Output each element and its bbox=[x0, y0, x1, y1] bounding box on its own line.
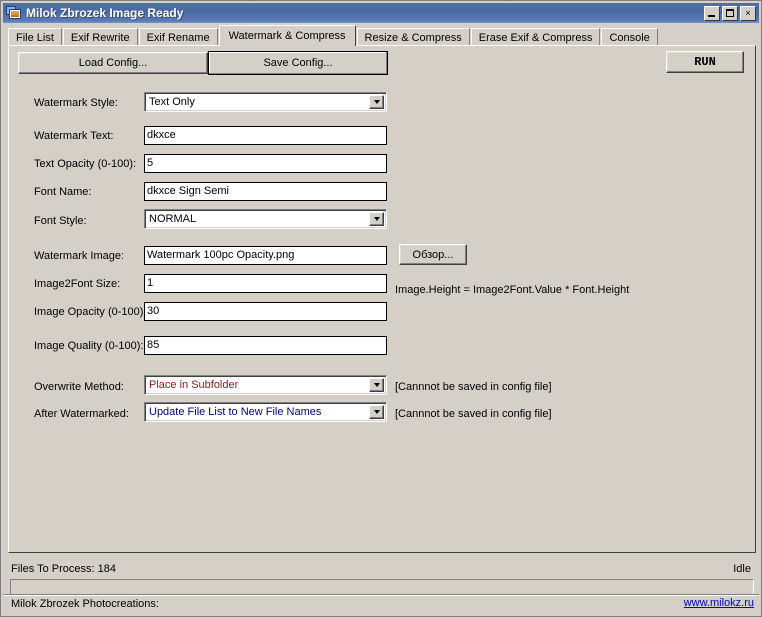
close-glyph: × bbox=[745, 7, 751, 18]
font-style-value: NORMAL bbox=[149, 213, 197, 225]
app-photo-icon bbox=[6, 5, 22, 21]
text-opacity-label: Text Opacity (0-100): bbox=[34, 158, 137, 170]
image-quality-input[interactable]: 85 bbox=[144, 336, 387, 355]
image-quality-label: Image Quality (0-100): bbox=[34, 340, 144, 352]
font-name-label: Font Name: bbox=[34, 186, 92, 198]
after-watermarked-select[interactable]: Update File List to New File Names bbox=[144, 402, 387, 422]
run-button[interactable]: RUN bbox=[666, 51, 744, 73]
chevron-down-icon[interactable] bbox=[369, 378, 384, 392]
progress-bar bbox=[10, 579, 754, 595]
image2font-size-input[interactable]: 1 bbox=[144, 274, 387, 293]
tab-watermark-compress[interactable]: Watermark & Compress bbox=[218, 25, 356, 46]
watermark-style-select[interactable]: Text Only bbox=[144, 92, 387, 112]
image-opacity-label: Image Opacity (0-100): bbox=[34, 306, 147, 318]
footer-divider bbox=[3, 594, 759, 596]
image2font-size-label: Image2Font Size: bbox=[34, 278, 121, 290]
watermark-compress-panel: Load Config... Save Config... RUN Waterm… bbox=[8, 45, 756, 553]
watermark-text-label: Watermark Text: bbox=[34, 130, 114, 142]
tab-file-list[interactable]: File List bbox=[8, 28, 62, 46]
after-watermarked-value: Update File List to New File Names bbox=[149, 406, 322, 418]
state-status: Idle bbox=[733, 563, 751, 575]
window-controls: × bbox=[704, 5, 757, 21]
footer-credit: Milok Zbrozek Photocreations: bbox=[11, 598, 159, 610]
watermark-image-label: Watermark Image: bbox=[34, 250, 125, 262]
chevron-down-icon[interactable] bbox=[369, 405, 384, 419]
watermark-image-input[interactable]: Watermark 100pc Opacity.png bbox=[144, 246, 387, 265]
overwrite-method-note: [Cannnot be saved in config file] bbox=[395, 381, 552, 393]
tab-console[interactable]: Console bbox=[601, 28, 658, 46]
image2font-hint: Image.Height = Image2Font.Value * Font.H… bbox=[395, 284, 630, 296]
tab-strip: File List Exif Rewrite Exif Rename Water… bbox=[8, 25, 756, 46]
watermark-text-input[interactable]: dkxce bbox=[144, 126, 387, 145]
browse-image-button[interactable]: Обзор... bbox=[399, 244, 467, 265]
tab-exif-rename[interactable]: Exif Rename bbox=[138, 28, 218, 46]
overwrite-method-select[interactable]: Place in Subfolder bbox=[144, 375, 387, 395]
minimize-button[interactable] bbox=[704, 5, 720, 21]
font-name-input[interactable]: dkxce Sign Semi bbox=[144, 182, 387, 201]
font-style-label: Font Style: bbox=[34, 215, 87, 227]
close-icon[interactable]: × bbox=[740, 5, 756, 21]
title-bar: Milok Zbrozek Image Ready × bbox=[3, 3, 759, 23]
load-config-button[interactable]: Load Config... bbox=[18, 52, 208, 74]
watermark-style-label: Watermark Style: bbox=[34, 97, 118, 109]
tab-exif-rewrite[interactable]: Exif Rewrite bbox=[62, 28, 138, 46]
overwrite-method-value: Place in Subfolder bbox=[149, 379, 239, 391]
files-to-process-status: Files To Process: 184 bbox=[11, 563, 116, 575]
image-opacity-input[interactable]: 30 bbox=[144, 302, 387, 321]
watermark-style-value: Text Only bbox=[149, 96, 195, 108]
website-link[interactable]: www.milokz.ru bbox=[684, 597, 754, 609]
application-window: Milok Zbrozek Image Ready × File List Ex… bbox=[0, 0, 762, 617]
text-opacity-input[interactable]: 5 bbox=[144, 154, 387, 173]
chevron-down-icon[interactable] bbox=[369, 212, 384, 226]
chevron-down-icon[interactable] bbox=[369, 95, 384, 109]
font-style-select[interactable]: NORMAL bbox=[144, 209, 387, 229]
after-watermarked-note: [Cannnot be saved in config file] bbox=[395, 408, 552, 420]
tab-resize-compress[interactable]: Resize & Compress bbox=[356, 28, 470, 46]
footer-bar: Milok Zbrozek Photocreations: www.milokz… bbox=[1, 597, 761, 616]
window-title: Milok Zbrozek Image Ready bbox=[26, 6, 184, 20]
save-config-button[interactable]: Save Config... bbox=[208, 51, 388, 75]
tab-erase-exif-compress[interactable]: Erase Exif & Compress bbox=[470, 28, 601, 46]
overwrite-method-label: Overwrite Method: bbox=[34, 381, 124, 393]
after-watermarked-label: After Watermarked: bbox=[34, 408, 129, 420]
maximize-button[interactable] bbox=[722, 5, 738, 21]
